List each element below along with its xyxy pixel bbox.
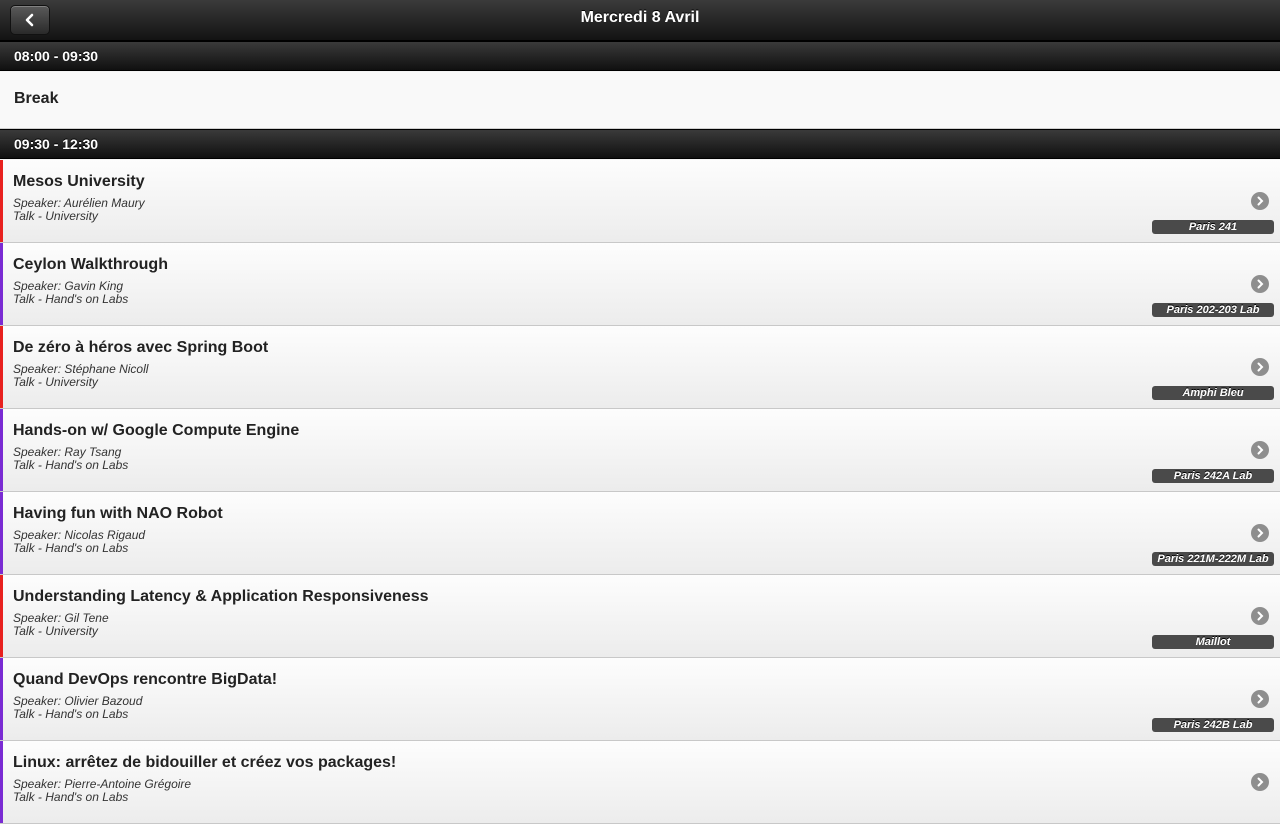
session-row[interactable]: Quand DevOps rencontre BigData! Speaker:… <box>0 658 1280 741</box>
room-badge: Maillot <box>1152 635 1274 649</box>
session-speaker: Speaker: Gavin King <box>13 279 124 293</box>
session-row[interactable]: Having fun with NAO Robot Speaker: Nicol… <box>0 492 1280 575</box>
session-title: Ceylon Walkthrough <box>13 256 168 273</box>
session-row[interactable]: Hands-on w/ Google Compute Engine Speake… <box>0 409 1280 492</box>
room-badge: Amphi Bleu <box>1152 386 1274 400</box>
break-row: Break <box>0 72 1280 129</box>
session-row[interactable]: De zéro à héros avec Spring Boot Speaker… <box>0 326 1280 409</box>
page-title: Mercredi 8 Avril <box>580 9 700 26</box>
session-speaker: Speaker: Aurélien Maury <box>13 196 145 210</box>
chevron-right-icon[interactable] <box>1251 607 1269 625</box>
session-type: Talk - Hand's on Labs <box>13 790 129 804</box>
session-title: Mesos University <box>13 173 145 190</box>
session-type: Talk - Hand's on Labs <box>13 541 129 555</box>
session-speaker: Speaker: Gil Tene <box>13 611 109 625</box>
chevron-right-icon[interactable] <box>1251 358 1269 376</box>
room-badge: Paris 221M-222M Lab <box>1152 552 1274 566</box>
room-badge: Paris 202-203 Lab <box>1152 303 1274 317</box>
time-slot-header: 09:30 - 12:30 <box>0 129 1280 159</box>
room-badge: Paris 242A Lab <box>1152 469 1274 483</box>
session-type: Talk - Hand's on Labs <box>13 458 129 472</box>
session-row[interactable]: Understanding Latency & Application Resp… <box>0 575 1280 658</box>
time-slot-header: 08:00 - 09:30 <box>0 41 1280 71</box>
session-title: Understanding Latency & Application Resp… <box>13 588 429 605</box>
session-title: Hands-on w/ Google Compute Engine <box>13 422 300 439</box>
chevron-right-icon[interactable] <box>1251 690 1269 708</box>
session-row[interactable]: Ceylon Walkthrough Speaker: Gavin King T… <box>0 243 1280 326</box>
session-title: Having fun with NAO Robot <box>13 505 223 522</box>
session-speaker: Speaker: Stéphane Nicoll <box>13 362 149 376</box>
chevron-right-icon[interactable] <box>1251 275 1269 293</box>
category-bar <box>0 160 3 242</box>
session-speaker: Speaker: Pierre-Antoine Grégoire <box>13 777 192 791</box>
session-type: Talk - Hand's on Labs <box>13 707 129 721</box>
session-title: Linux: arrêtez de bidouiller et créez vo… <box>13 754 397 771</box>
category-bar <box>0 409 3 491</box>
chevron-right-icon[interactable] <box>1251 524 1269 542</box>
room-badge: Paris 241 <box>1152 220 1274 234</box>
category-bar <box>0 575 3 657</box>
session-list: Mesos University Speaker: Aurélien Maury… <box>0 160 1280 824</box>
session-speaker: Speaker: Nicolas Rigaud <box>13 528 146 542</box>
session-type: Talk - University <box>13 209 98 223</box>
session-type: Talk - University <box>13 375 98 389</box>
session-title: Quand DevOps rencontre BigData! <box>13 671 278 688</box>
session-speaker: Speaker: Olivier Bazoud <box>13 694 143 708</box>
category-bar <box>0 326 3 408</box>
category-bar <box>0 243 3 325</box>
session-row[interactable]: Linux: arrêtez de bidouiller et créez vo… <box>0 741 1280 824</box>
session-row[interactable]: Mesos University Speaker: Aurélien Maury… <box>0 160 1280 243</box>
category-bar <box>0 492 3 574</box>
chevron-right-icon[interactable] <box>1251 192 1269 210</box>
category-bar <box>0 741 3 823</box>
break-label: Break <box>14 90 59 107</box>
session-speaker: Speaker: Ray Tsang <box>13 445 122 459</box>
chevron-right-icon[interactable] <box>1251 441 1269 459</box>
title-bar: Mercredi 8 Avril <box>0 0 1280 41</box>
session-type: Talk - Hand's on Labs <box>13 292 129 306</box>
session-title: De zéro à héros avec Spring Boot <box>13 339 269 356</box>
chevron-right-icon[interactable] <box>1251 773 1269 791</box>
category-bar <box>0 658 3 740</box>
session-type: Talk - University <box>13 624 98 638</box>
room-badge: Paris 242B Lab <box>1152 718 1274 732</box>
